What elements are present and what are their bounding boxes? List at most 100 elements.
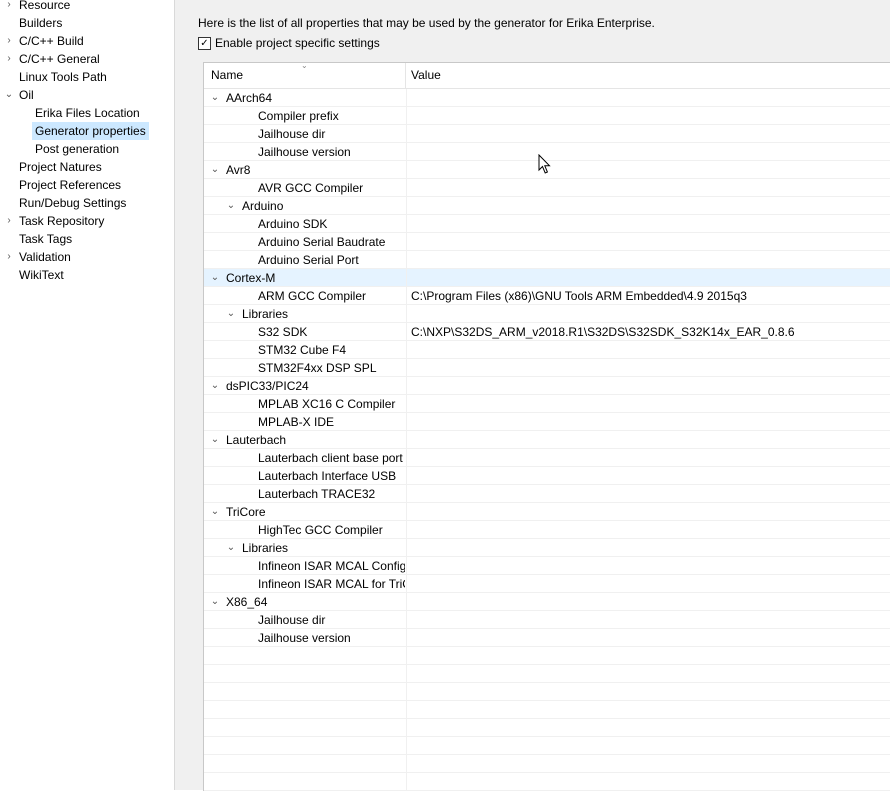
nav-item-task-repository[interactable]: Task Repository (16, 212, 107, 230)
property-value-cell[interactable] (406, 611, 890, 628)
property-name-cell[interactable]: ⌄ Lauterbach (204, 431, 405, 448)
property-value-cell[interactable] (406, 143, 890, 160)
table-row[interactable]: Infineon ISAR MCAL for TriCore (204, 575, 890, 593)
nav-expand-arrow-icon[interactable]: › (4, 0, 14, 14)
expand-chevron-icon[interactable]: ⌄ (226, 305, 236, 322)
enable-label[interactable]: Enable project specific settings (215, 36, 380, 50)
nav-item-wikitext[interactable]: WikiText (16, 266, 67, 284)
table-row[interactable]: Infineon ISAR MCAL Configuration (204, 557, 890, 575)
property-value-cell[interactable] (406, 575, 890, 592)
table-row[interactable]: Arduino Serial Baudrate (204, 233, 890, 251)
nav-expand-arrow-icon[interactable]: › (4, 50, 14, 68)
table-row[interactable]: Jailhouse version (204, 629, 890, 647)
table-row[interactable]: STM32 Cube F4 (204, 341, 890, 359)
property-name-cell[interactable]: MPLAB-X IDE (204, 413, 405, 430)
property-value-cell[interactable] (406, 179, 890, 196)
expand-chevron-icon[interactable]: ⌄ (210, 377, 220, 394)
property-value-cell[interactable] (406, 485, 890, 502)
table-row[interactable]: Arduino Serial Port (204, 251, 890, 269)
expand-chevron-icon[interactable]: ⌄ (210, 161, 220, 178)
expand-chevron-icon[interactable]: ⌄ (210, 503, 220, 520)
table-row[interactable]: STM32F4xx DSP SPL (204, 359, 890, 377)
property-name-cell[interactable]: ⌄ Arduino (204, 197, 405, 214)
table-row[interactable]: Lauterbach client base port number (204, 449, 890, 467)
enable-checkbox[interactable]: ✓ (198, 37, 211, 50)
property-name-cell[interactable]: MPLAB XC16 C Compiler (204, 395, 405, 412)
nav-item-project-natures[interactable]: Project Natures (16, 158, 105, 176)
property-value-cell[interactable] (406, 107, 890, 124)
property-name-cell[interactable]: ⌄ TriCore (204, 503, 405, 520)
property-value-cell[interactable] (406, 305, 890, 322)
property-value-cell[interactable] (406, 629, 890, 646)
property-value-cell[interactable] (406, 359, 890, 376)
property-name-cell[interactable]: Lauterbach TRACE32 (204, 485, 405, 502)
nav-expand-arrow-icon[interactable]: ⌄ (4, 86, 14, 104)
expand-chevron-icon[interactable]: ⌄ (210, 593, 220, 610)
nav-expand-arrow-icon[interactable]: › (4, 248, 14, 266)
nav-item-linux-tools-path[interactable]: Linux Tools Path (16, 68, 110, 86)
property-name-cell[interactable]: Jailhouse dir (204, 125, 405, 142)
property-name-cell[interactable]: Infineon ISAR MCAL for TriCore (204, 575, 405, 592)
property-value-cell[interactable] (406, 413, 890, 430)
property-value-cell[interactable] (406, 269, 890, 286)
table-row[interactable]: S32 SDK C:\NXP\S32DS_ARM_v2018.R1\S32DS\S… (204, 323, 890, 341)
property-value-cell[interactable] (406, 449, 890, 466)
nav-expand-arrow-icon[interactable]: › (4, 32, 14, 50)
nav-item-post-generation[interactable]: Post generation (32, 140, 122, 158)
expand-chevron-icon[interactable]: ⌄ (210, 89, 220, 106)
table-row[interactable]: Arduino SDK (204, 215, 890, 233)
property-name-cell[interactable]: Arduino Serial Port (204, 251, 405, 268)
table-row[interactable]: ⌄ Libraries (204, 305, 890, 323)
property-value-cell[interactable] (406, 467, 890, 484)
property-value-cell[interactable] (406, 125, 890, 142)
property-name-cell[interactable]: ⌄ Libraries (204, 305, 405, 322)
expand-chevron-icon[interactable]: ⌄ (210, 269, 220, 286)
expand-chevron-icon[interactable]: ⌄ (210, 431, 220, 448)
nav-item-generator-properties[interactable]: Generator properties (32, 122, 149, 140)
table-row[interactable]: HighTec GCC Compiler (204, 521, 890, 539)
property-name-cell[interactable]: ARM GCC Compiler (204, 287, 405, 304)
property-name-cell[interactable]: S32 SDK (204, 323, 405, 340)
property-name-cell[interactable]: ⌄ Cortex-M (204, 269, 405, 286)
nav-item-oil[interactable]: Oil (16, 86, 37, 104)
property-name-cell[interactable]: Arduino Serial Baudrate (204, 233, 405, 250)
column-divider[interactable] (405, 63, 406, 88)
property-name-cell[interactable]: Jailhouse version (204, 629, 405, 646)
table-row[interactable]: ⌄ Libraries (204, 539, 890, 557)
property-value-cell[interactable] (406, 215, 890, 232)
property-value-cell[interactable]: C:\NXP\S32DS_ARM_v2018.R1\S32DS\S32SDK_S… (406, 323, 890, 340)
table-row[interactable]: ⌄ Cortex-M (204, 269, 890, 287)
property-value-cell[interactable]: C:\Program Files (x86)\GNU Tools ARM Emb… (406, 287, 890, 304)
nav-item-c-c-build[interactable]: C/C++ Build (16, 32, 87, 50)
table-row[interactable]: ⌄ AArch64 (204, 89, 890, 107)
property-name-cell[interactable]: AVR GCC Compiler (204, 179, 405, 196)
column-header-value[interactable]: Value (411, 68, 441, 83)
property-value-cell[interactable] (406, 521, 890, 538)
property-value-cell[interactable] (406, 557, 890, 574)
table-row[interactable]: Jailhouse dir (204, 125, 890, 143)
property-name-cell[interactable]: ⌄ X86_64 (204, 593, 405, 610)
property-name-cell[interactable]: Lauterbach client base port number (204, 449, 405, 466)
table-row[interactable]: AVR GCC Compiler (204, 179, 890, 197)
table-row[interactable]: ARM GCC Compiler C:\Program Files (x86)\G… (204, 287, 890, 305)
property-name-cell[interactable]: ⌄ dsPIC33/PIC24 (204, 377, 405, 394)
property-name-cell[interactable]: Compiler prefix (204, 107, 405, 124)
table-row[interactable]: Jailhouse dir (204, 611, 890, 629)
table-row[interactable]: Compiler prefix (204, 107, 890, 125)
property-value-cell[interactable] (406, 593, 890, 610)
property-name-cell[interactable]: Infineon ISAR MCAL Configuration (204, 557, 405, 574)
property-name-cell[interactable]: Lauterbach Interface USB (204, 467, 405, 484)
property-name-cell[interactable]: ⌄ Libraries (204, 539, 405, 556)
table-row[interactable]: Lauterbach Interface USB (204, 467, 890, 485)
table-row[interactable]: Lauterbach TRACE32 (204, 485, 890, 503)
property-value-cell[interactable] (406, 539, 890, 556)
property-name-cell[interactable]: ⌄ Avr8 (204, 161, 405, 178)
nav-item-builders[interactable]: Builders (16, 14, 65, 32)
table-row[interactable]: ⌄ TriCore (204, 503, 890, 521)
column-header-name[interactable]: Name (211, 68, 243, 83)
expand-chevron-icon[interactable]: ⌄ (226, 539, 236, 556)
property-value-cell[interactable] (406, 251, 890, 268)
property-value-cell[interactable] (406, 377, 890, 394)
property-name-cell[interactable]: STM32 Cube F4 (204, 341, 405, 358)
table-row[interactable]: MPLAB-X IDE (204, 413, 890, 431)
